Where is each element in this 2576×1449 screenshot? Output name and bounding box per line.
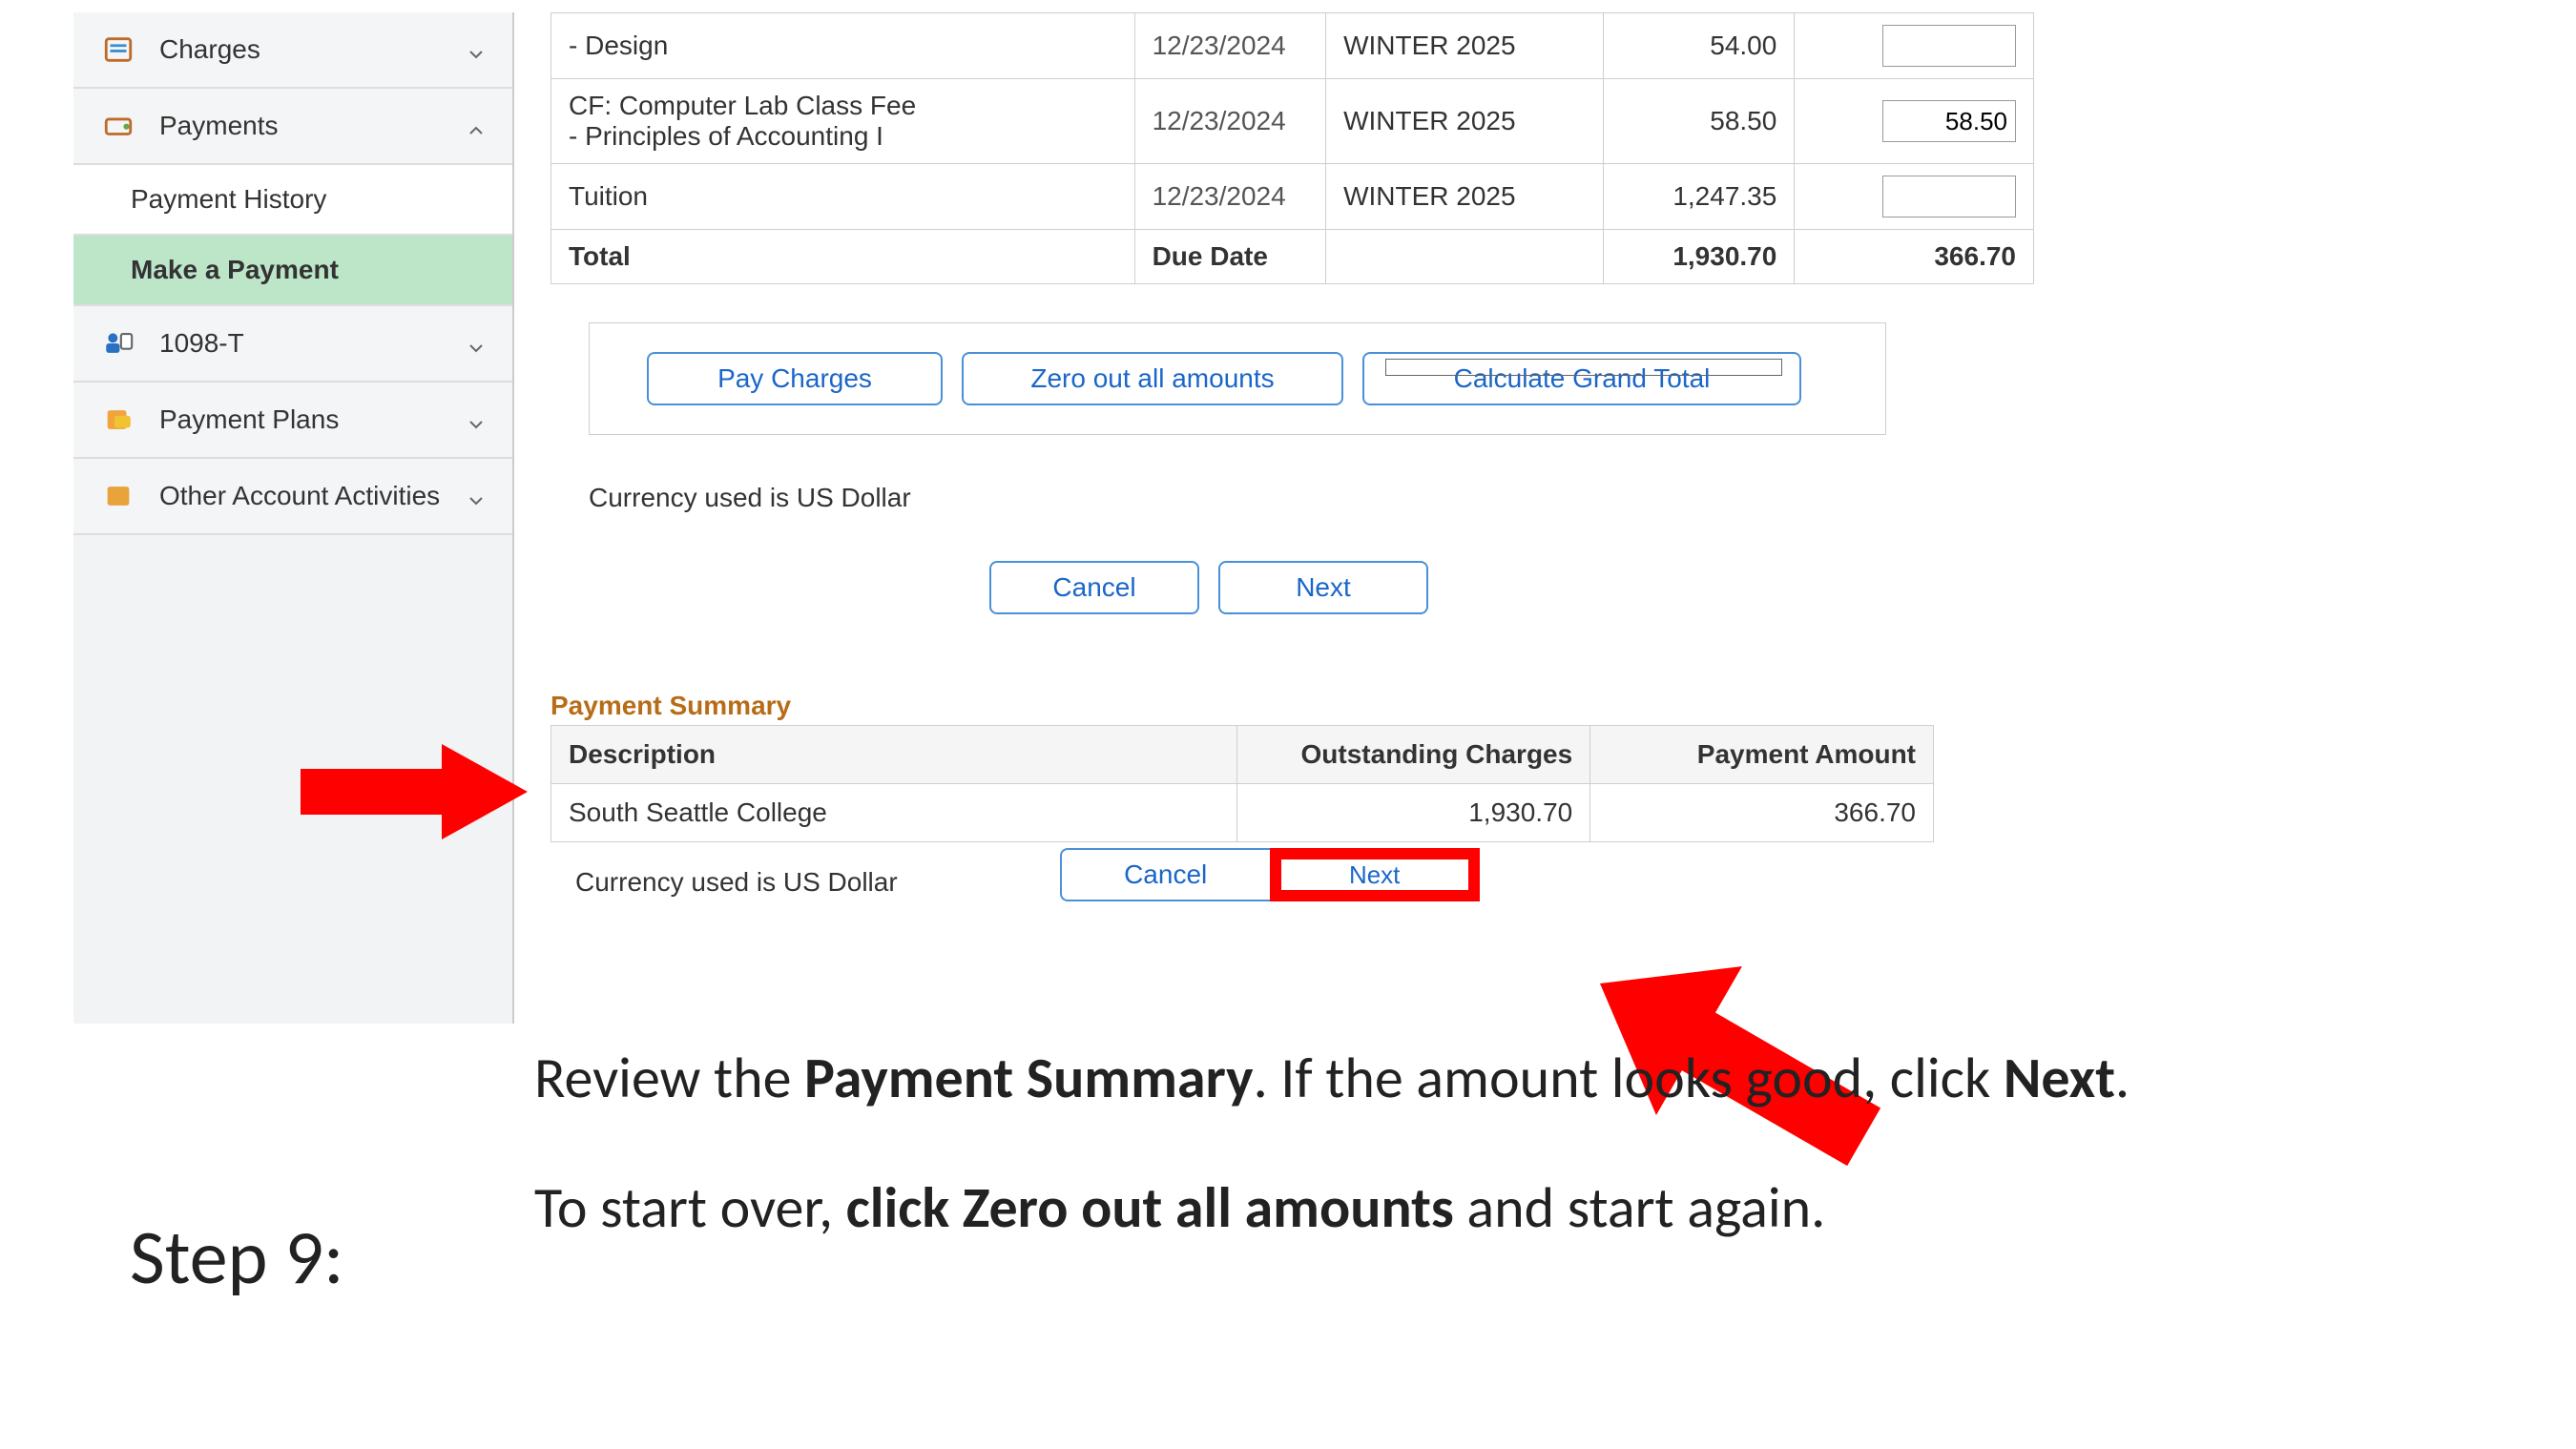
sidebar-item-1098t[interactable]: 1098-T [73, 306, 512, 383]
step-label: Step 9: [130, 1211, 344, 1304]
calculate-total-button[interactable]: Calculate Grand Total [1362, 352, 1801, 405]
summary-payment: 366.70 [1590, 784, 1934, 842]
text-bold: click Zero out all amounts [846, 1173, 1454, 1243]
col-outstanding: Outstanding Charges [1237, 726, 1590, 784]
table-row: CF: Computer Lab Class Fee - Principles … [551, 79, 2034, 164]
sidebar-label: Payments [159, 111, 279, 141]
total-amount: 1,930.70 [1603, 230, 1795, 284]
instruction-paragraph-1: Review the Payment Summary. If the amoun… [534, 1040, 2347, 1117]
next-button[interactable]: Next [1218, 561, 1428, 614]
chevron-down-icon [467, 40, 486, 59]
charge-desc: Tuition [551, 164, 1135, 230]
text: . If the amount looks good, click [1254, 1044, 2004, 1113]
button-row: Pay Charges Zero out all amounts Calcula… [589, 322, 1886, 435]
text-bold: Next [2004, 1044, 2115, 1113]
sidebar-item-other-activities[interactable]: Other Account Activities [73, 459, 512, 535]
sidebar-item-make-payment[interactable]: Make a Payment [73, 236, 512, 306]
chevron-down-icon [467, 410, 486, 429]
table-row: - Design 12/23/2024 WINTER 2025 54.00 [551, 13, 2034, 79]
charge-amount-input[interactable] [1882, 25, 2016, 67]
folder-icon [100, 478, 136, 514]
charge-date: 12/23/2024 [1134, 164, 1326, 230]
chevron-down-icon [467, 334, 486, 353]
text-bold: Payment Summary [804, 1044, 1254, 1113]
col-description: Description [551, 726, 1237, 784]
instruction-paragraph-2: To start over, click Zero out all amount… [534, 1170, 2347, 1247]
total-label: Total [551, 230, 1135, 284]
charge-input-cell [1795, 13, 2034, 79]
charge-desc: CF: Computer Lab Class Fee - Principles … [551, 79, 1135, 164]
payments-icon [100, 108, 136, 144]
main-content: - Design 12/23/2024 WINTER 2025 54.00 CF… [551, 12, 2172, 901]
charge-input-cell [1795, 79, 2034, 164]
pay-charges-button[interactable]: Pay Charges [647, 352, 943, 405]
sidebar-label: 1098-T [159, 328, 244, 359]
cancel-next-row: Cancel Next [989, 561, 2172, 614]
payment-summary-table: Description Outstanding Charges Payment … [551, 725, 1934, 842]
chevron-down-icon [467, 486, 486, 506]
text: and start again. [1454, 1173, 1825, 1243]
sidebar: Charges Payments Payment History Make a … [73, 12, 514, 1024]
summary-outstanding: 1,930.70 [1237, 784, 1590, 842]
empty-cell [1326, 230, 1604, 284]
instructions-text: Review the Payment Summary. If the amoun… [534, 1040, 2347, 1247]
sidebar-label: Other Account Activities [159, 481, 440, 511]
table-row: Tuition 12/23/2024 WINTER 2025 1,247.35 [551, 164, 2034, 230]
sidebar-label: Payment Plans [159, 404, 339, 435]
charge-desc: - Design [551, 13, 1135, 79]
cancel-button[interactable]: Cancel [989, 561, 1199, 614]
charge-amount-input[interactable] [1882, 176, 2016, 217]
charge-term: WINTER 2025 [1326, 79, 1604, 164]
charges-icon [100, 31, 136, 68]
charge-amount: 54.00 [1603, 13, 1795, 79]
zero-out-button[interactable]: Zero out all amounts [962, 352, 1343, 405]
col-payment-amount: Payment Amount [1590, 726, 1934, 784]
text: Review the [534, 1044, 804, 1113]
sidebar-item-payment-history[interactable]: Payment History [73, 165, 512, 236]
charges-table: - Design 12/23/2024 WINTER 2025 54.00 CF… [551, 12, 2034, 284]
sidebar-item-charges[interactable]: Charges [73, 12, 512, 89]
charge-amount: 1,247.35 [1603, 164, 1795, 230]
cancel-button[interactable]: Cancel [1060, 848, 1270, 901]
charge-desc-line: CF: Computer Lab Class Fee [569, 91, 1117, 121]
due-date-label: Due Date [1134, 230, 1326, 284]
total-input-amount: 366.70 [1795, 230, 2034, 284]
text: To start over, [534, 1173, 846, 1243]
charge-date: 12/23/2024 [1134, 79, 1326, 164]
charge-term: WINTER 2025 [1326, 13, 1604, 79]
text: . [2115, 1044, 2129, 1113]
sidebar-item-payment-plans[interactable]: Payment Plans [73, 383, 512, 459]
sidebar-item-payments[interactable]: Payments [73, 89, 512, 165]
payment-summary-title: Payment Summary [551, 691, 2172, 721]
charge-input-cell [1795, 164, 2034, 230]
charge-desc-line: - Principles of Accounting I [569, 121, 1117, 152]
currency-note: Currency used is US Dollar [575, 867, 898, 898]
person-doc-icon [100, 325, 136, 362]
focus-indicator [1385, 359, 1782, 376]
charge-date: 12/23/2024 [1134, 13, 1326, 79]
next-button-highlighted[interactable]: Next [1270, 848, 1480, 901]
table-header-row: Description Outstanding Charges Payment … [551, 726, 1934, 784]
summary-desc: South Seattle College [551, 784, 1237, 842]
table-total-row: Total Due Date 1,930.70 366.70 [551, 230, 2034, 284]
table-row: South Seattle College 1,930.70 366.70 [551, 784, 1934, 842]
app-screenshot: Charges Payments Payment History Make a … [73, 12, 2172, 1052]
chevron-up-icon [467, 116, 486, 135]
charge-amount: 58.50 [1603, 79, 1795, 164]
charge-amount-input[interactable] [1882, 100, 2016, 142]
currency-note: Currency used is US Dollar [589, 483, 2172, 513]
payment-plans-icon [100, 402, 136, 438]
charge-term: WINTER 2025 [1326, 164, 1604, 230]
sidebar-label: Payment History [131, 184, 326, 215]
cancel-next-row-2: Cancel Next [1060, 848, 1480, 901]
sidebar-label: Charges [159, 34, 260, 65]
sidebar-label: Make a Payment [131, 255, 339, 285]
button-label: Next [1349, 860, 1400, 890]
